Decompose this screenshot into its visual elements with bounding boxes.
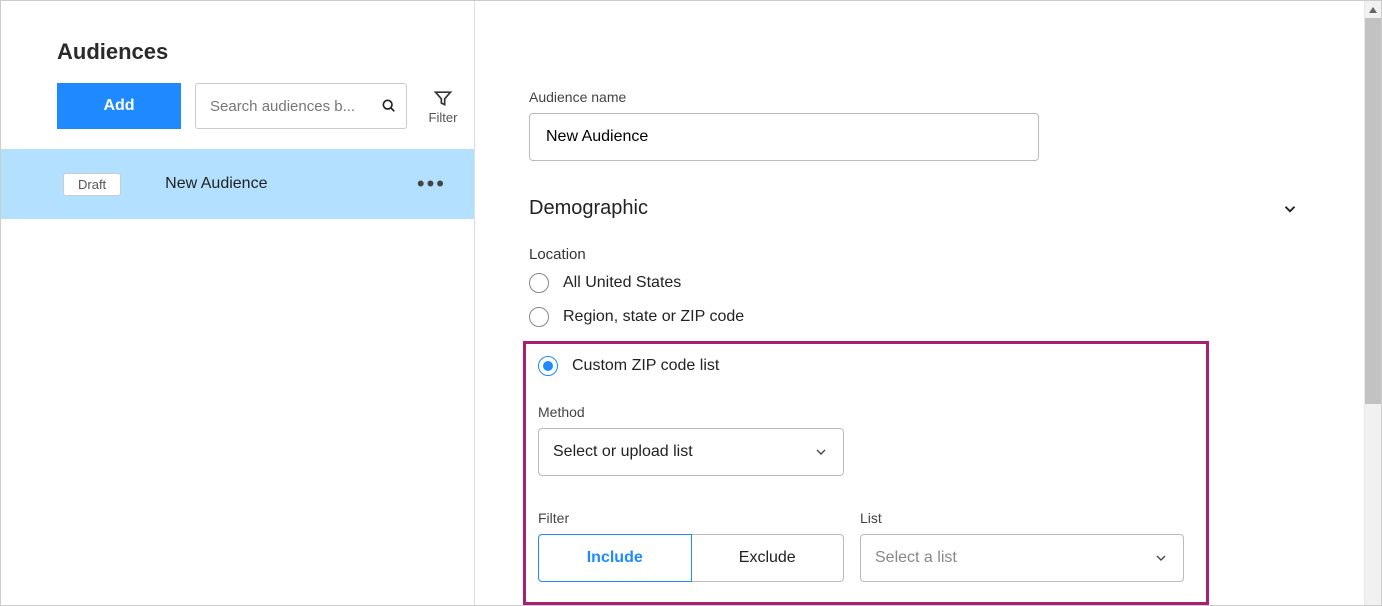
- name-label: Audience name: [529, 89, 1351, 105]
- list-item-label: New Audience: [165, 175, 267, 193]
- chevron-down-icon: [1153, 550, 1169, 566]
- toolbar: Add Filter: [1, 83, 474, 141]
- radio-region[interactable]: Region, state or ZIP code: [529, 307, 1351, 327]
- radio-all-us[interactable]: All United States: [529, 273, 1351, 293]
- filter-label: Filter: [538, 510, 844, 526]
- method-label: Method: [538, 404, 1192, 420]
- filter-label: Filter: [429, 110, 458, 125]
- chevron-down-icon: [1281, 200, 1299, 218]
- list-label: List: [860, 510, 1184, 526]
- location-label: Location: [529, 246, 1351, 263]
- radio-label: Custom ZIP code list: [572, 357, 719, 375]
- detail-panel: Audience name Demographic Location All U…: [475, 1, 1381, 605]
- section-demographic[interactable]: Demographic: [529, 197, 1299, 220]
- chevron-down-icon: [813, 444, 829, 460]
- radio-icon-selected: [538, 356, 558, 376]
- scrollbar[interactable]: [1364, 1, 1381, 605]
- left-panel: Audiences Add Filter: [1, 1, 475, 605]
- audience-list: Draft New Audience •••: [1, 149, 474, 219]
- scroll-thumb[interactable]: [1365, 18, 1381, 404]
- add-button[interactable]: Add: [57, 83, 181, 129]
- list-dropdown[interactable]: Select a list: [860, 534, 1184, 582]
- search-input[interactable]: [195, 83, 407, 129]
- radio-icon: [529, 273, 549, 293]
- more-icon[interactable]: •••: [417, 173, 446, 195]
- section-title: Demographic: [529, 197, 648, 220]
- dropdown-placeholder: Select a list: [875, 549, 957, 567]
- filter-icon: [433, 88, 453, 108]
- status-badge: Draft: [63, 173, 121, 196]
- filter-toggle: Include Exclude: [538, 534, 844, 582]
- radio-custom-zip[interactable]: Custom ZIP code list: [538, 356, 1192, 376]
- page-title: Audiences: [1, 39, 474, 83]
- list-item[interactable]: Draft New Audience •••: [1, 149, 474, 219]
- highlight-box: Custom ZIP code list Method Select or up…: [523, 341, 1209, 605]
- filter-button[interactable]: Filter: [421, 88, 465, 125]
- dropdown-value: Select or upload list: [553, 443, 693, 461]
- toggle-exclude[interactable]: Exclude: [691, 534, 845, 582]
- toggle-include[interactable]: Include: [538, 534, 692, 582]
- radio-icon: [529, 307, 549, 327]
- audience-name-input[interactable]: [529, 113, 1039, 161]
- search-icon: [381, 98, 397, 114]
- method-dropdown[interactable]: Select or upload list: [538, 428, 844, 476]
- radio-label: All United States: [563, 274, 681, 292]
- scroll-up-icon[interactable]: [1365, 1, 1381, 18]
- search-wrap: [195, 83, 407, 129]
- radio-label: Region, state or ZIP code: [563, 308, 744, 326]
